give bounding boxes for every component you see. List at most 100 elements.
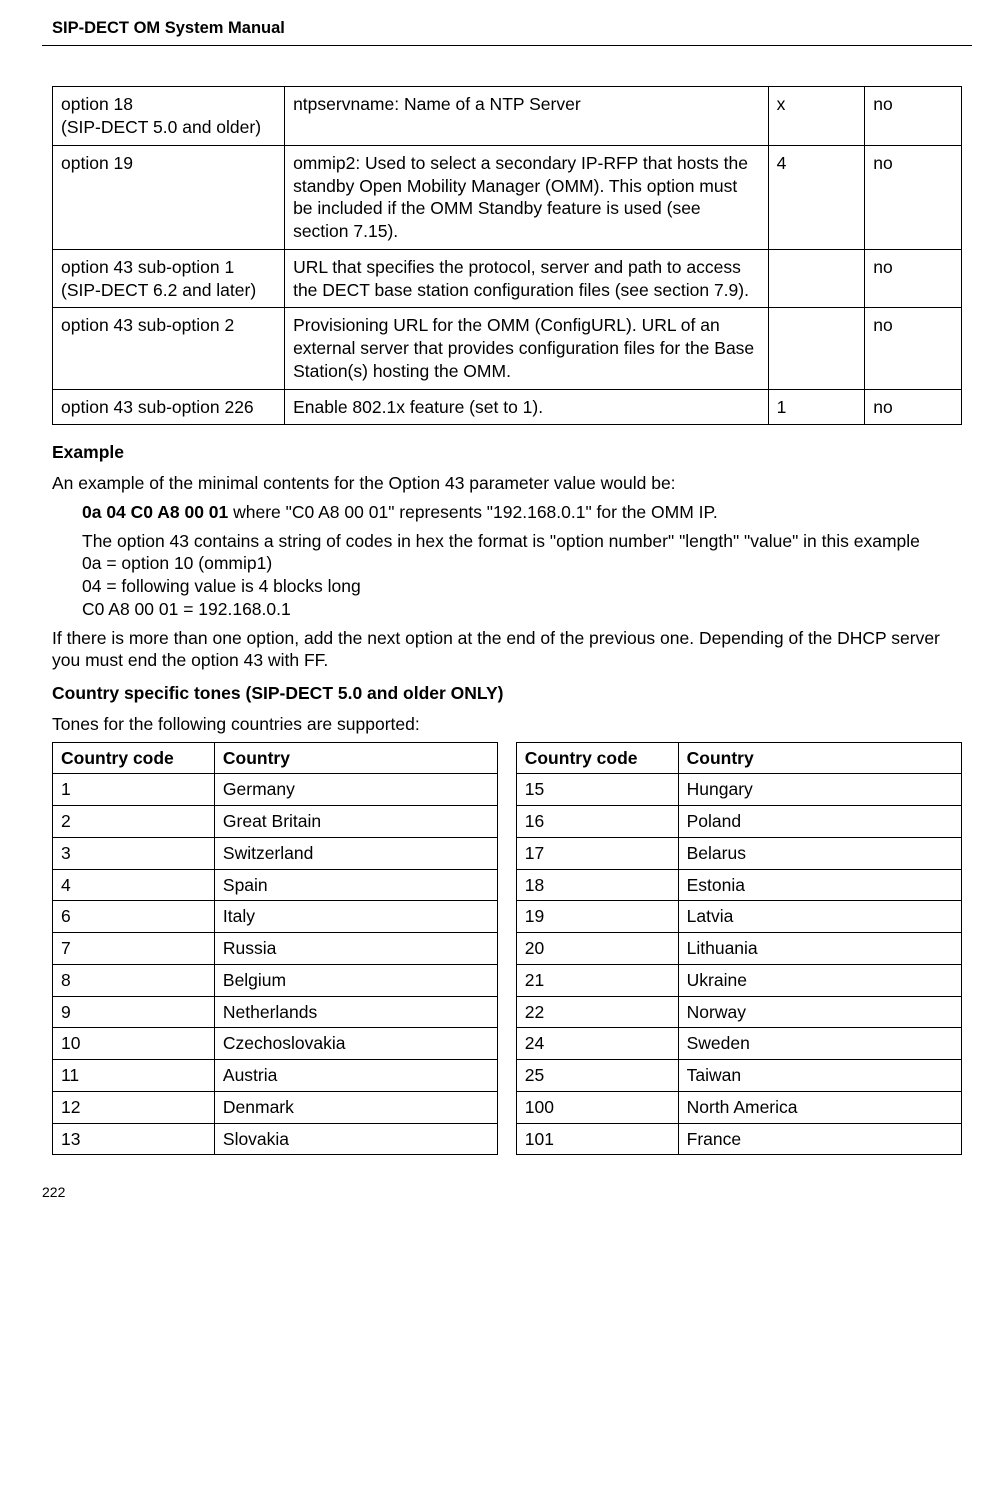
country-name-b: Ukraine	[678, 964, 961, 996]
countries-head-cn-b: Country	[678, 742, 961, 774]
options-table: option 18 (SIP-DECT 5.0 and older)ntpser…	[52, 86, 962, 425]
example-l3: C0 A8 00 01 = 192.168.0.1	[82, 599, 291, 619]
page-header-title: SIP-DECT OM System Manual	[52, 18, 962, 45]
country-code-a: 2	[53, 806, 215, 838]
country-code-b: 15	[516, 774, 678, 806]
option-col4: no	[865, 87, 962, 146]
country-name-b: North America	[678, 1091, 961, 1123]
options-row: option 43 sub-option 226Enable 802.1x fe…	[53, 389, 962, 425]
countries-spacer	[498, 996, 517, 1028]
countries-row: 2Great Britain 16Poland	[53, 806, 962, 838]
countries-row: 12Denmark100North America	[53, 1091, 962, 1123]
country-code-a: 4	[53, 869, 215, 901]
countries-row: 13Slovakia101France	[53, 1123, 962, 1155]
option-col3	[768, 308, 865, 389]
countries-heading: Country specific tones (SIP-DECT 5.0 and…	[52, 682, 962, 705]
example-heading: Example	[52, 441, 962, 464]
country-name-a: Belgium	[214, 964, 497, 996]
option-desc: URL that specifies the protocol, server …	[285, 249, 769, 308]
example-para2: The option 43 contains a string of codes…	[82, 531, 920, 551]
country-name-a: Czechoslovakia	[214, 1028, 497, 1060]
option-col4: no	[865, 389, 962, 425]
countries-head-cc-a: Country code	[53, 742, 215, 774]
country-name-b: Lithuania	[678, 933, 961, 965]
options-row: option 18 (SIP-DECT 5.0 and older)ntpser…	[53, 87, 962, 146]
country-code-b: 22	[516, 996, 678, 1028]
option-col4: no	[865, 145, 962, 249]
example-after: If there is more than one option, add th…	[52, 627, 962, 673]
country-code-b: 16	[516, 806, 678, 838]
country-code-a: 6	[53, 901, 215, 933]
countries-spacer	[498, 742, 517, 774]
example-l1: 0a = option 10 (ommip1)	[82, 553, 272, 573]
country-code-a: 11	[53, 1060, 215, 1092]
option-desc: Provisioning URL for the OMM (ConfigURL)…	[285, 308, 769, 389]
options-row: option 43 sub-option 1 (SIP-DECT 6.2 and…	[53, 249, 962, 308]
header-divider	[42, 45, 972, 46]
example-code-explain: where "C0 A8 00 01" represents "192.168.…	[228, 502, 718, 522]
option-col4: no	[865, 308, 962, 389]
countries-spacer	[498, 774, 517, 806]
country-name-a: Austria	[214, 1060, 497, 1092]
country-name-a: Great Britain	[214, 806, 497, 838]
example-l2: 04 = following value is 4 blocks long	[82, 576, 361, 596]
country-name-a: Netherlands	[214, 996, 497, 1028]
countries-spacer	[498, 837, 517, 869]
option-col4: no	[865, 249, 962, 308]
country-code-a: 7	[53, 933, 215, 965]
countries-row: 4Spain18Estonia	[53, 869, 962, 901]
countries-spacer	[498, 806, 517, 838]
example-intro: An example of the minimal contents for t…	[52, 472, 962, 495]
country-name-b: Norway	[678, 996, 961, 1028]
country-name-b: Taiwan	[678, 1060, 961, 1092]
country-name-a: Slovakia	[214, 1123, 497, 1155]
option-desc: Enable 802.1x feature (set to 1).	[285, 389, 769, 425]
option-col3: 4	[768, 145, 865, 249]
country-code-b: 24	[516, 1028, 678, 1060]
country-name-b: France	[678, 1123, 961, 1155]
country-name-a: Italy	[214, 901, 497, 933]
country-name-b: Latvia	[678, 901, 961, 933]
country-code-a: 9	[53, 996, 215, 1028]
country-name-a: Switzerland	[214, 837, 497, 869]
option-desc: ommip2: Used to select a secondary IP-RF…	[285, 145, 769, 249]
countries-spacer	[498, 1028, 517, 1060]
option-name: option 19	[53, 145, 285, 249]
country-code-b: 25	[516, 1060, 678, 1092]
page-number: 222	[42, 1183, 962, 1201]
option-name: option 43 sub-option 1 (SIP-DECT 6.2 and…	[53, 249, 285, 308]
countries-intro: Tones for the following countries are su…	[52, 713, 962, 736]
countries-head-cc-b: Country code	[516, 742, 678, 774]
countries-header-row: Country code Country Country code Countr…	[53, 742, 962, 774]
countries-spacer	[498, 1060, 517, 1092]
country-code-b: 17	[516, 837, 678, 869]
country-name-a: Denmark	[214, 1091, 497, 1123]
options-row: option 43 sub-option 2Provisioning URL f…	[53, 308, 962, 389]
country-name-a: Germany	[214, 774, 497, 806]
countries-row: 11Austria 25Taiwan	[53, 1060, 962, 1092]
countries-spacer	[498, 869, 517, 901]
countries-spacer	[498, 964, 517, 996]
country-name-b: Hungary	[678, 774, 961, 806]
countries-row: 6Italy 19Latvia	[53, 901, 962, 933]
options-row: option 19ommip2: Used to select a second…	[53, 145, 962, 249]
option-desc: ntpservname: Name of a NTP Server	[285, 87, 769, 146]
country-name-b: Poland	[678, 806, 961, 838]
country-code-a: 3	[53, 837, 215, 869]
country-code-b: 20	[516, 933, 678, 965]
countries-row: 9Netherlands 22Norway	[53, 996, 962, 1028]
countries-spacer	[498, 1091, 517, 1123]
country-code-a: 1	[53, 774, 215, 806]
country-name-b: Sweden	[678, 1028, 961, 1060]
option-col3: x	[768, 87, 865, 146]
countries-row: 10Czechoslovakia24Sweden	[53, 1028, 962, 1060]
example-code-line: 0a 04 C0 A8 00 01 where "C0 A8 00 01" re…	[52, 501, 962, 524]
country-code-b: 19	[516, 901, 678, 933]
countries-row: 8Belgium21Ukraine	[53, 964, 962, 996]
countries-spacer	[498, 1123, 517, 1155]
countries-spacer	[498, 901, 517, 933]
countries-row: 3Switzerland17Belarus	[53, 837, 962, 869]
country-name-a: Spain	[214, 869, 497, 901]
country-code-a: 13	[53, 1123, 215, 1155]
option-name: option 43 sub-option 2	[53, 308, 285, 389]
